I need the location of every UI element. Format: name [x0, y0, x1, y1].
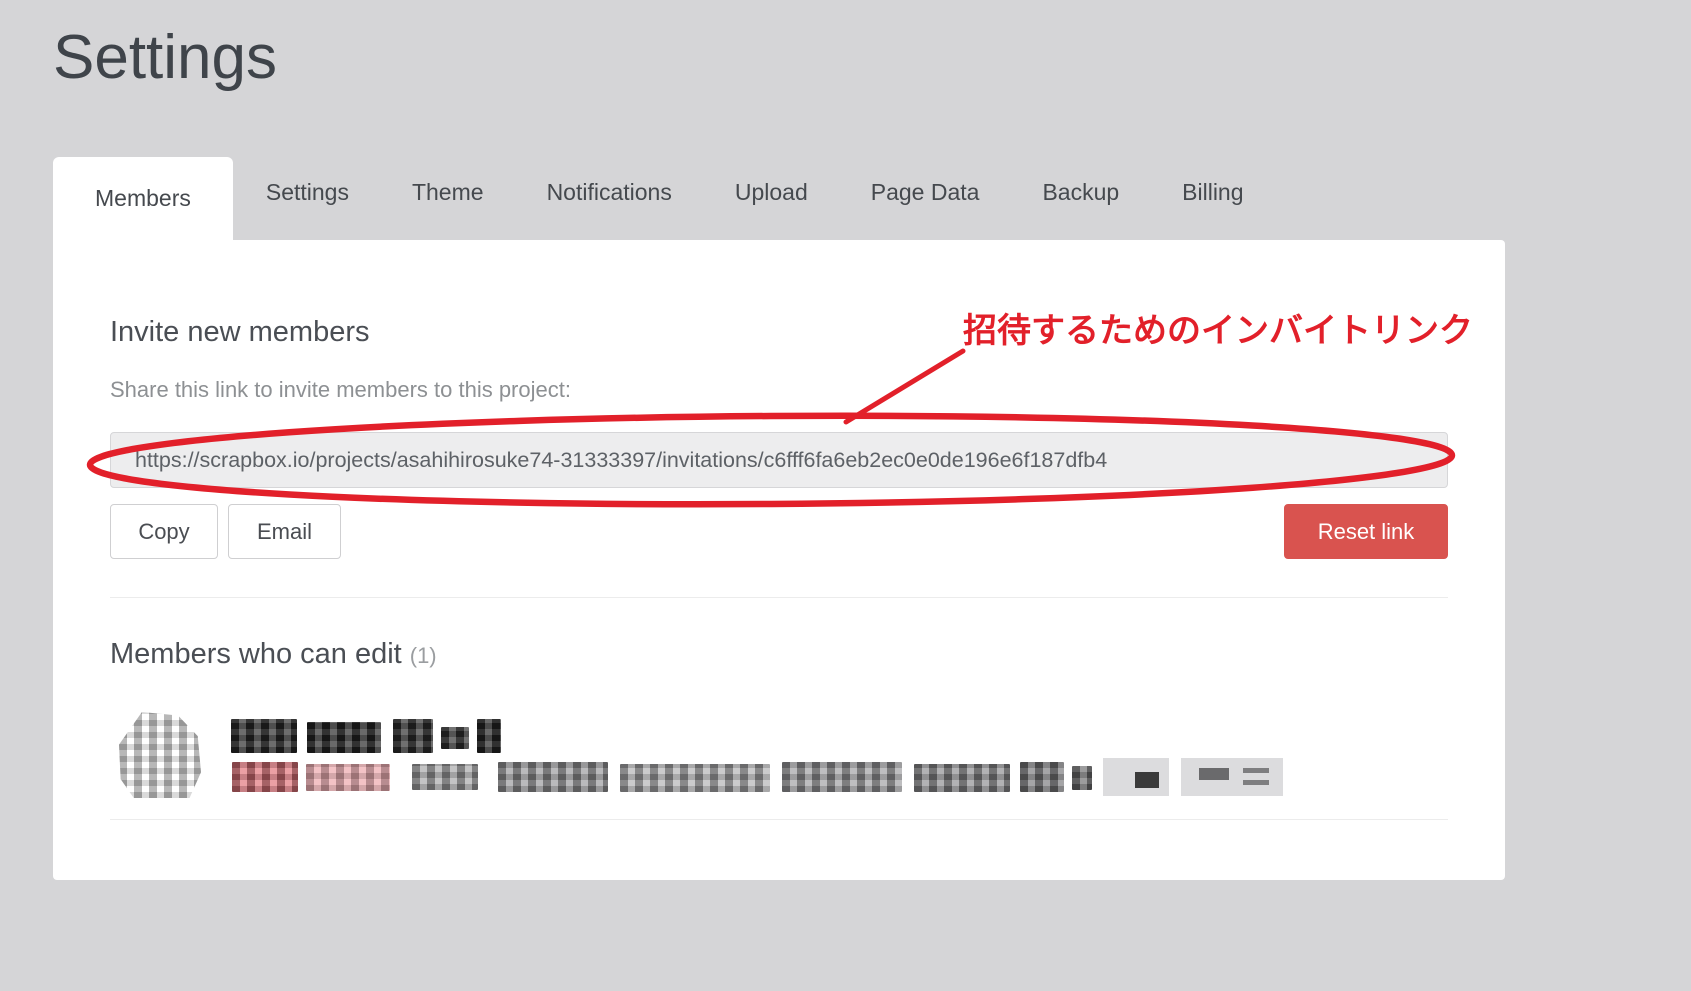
member-details-redacted — [1072, 766, 1092, 790]
tab-members[interactable]: Members — [53, 157, 233, 240]
tab-notifications[interactable]: Notifications — [517, 157, 702, 228]
section-divider — [110, 597, 1448, 598]
member-email-redacted — [232, 762, 298, 792]
member-name-redacted — [441, 727, 469, 749]
settings-tab-bar: Members Settings Theme Notifications Upl… — [53, 157, 1274, 240]
tab-billing[interactable]: Billing — [1152, 157, 1273, 228]
tab-page-data[interactable]: Page Data — [841, 157, 1010, 228]
member-row-divider — [110, 819, 1448, 820]
member-details-redacted — [914, 764, 1010, 792]
copy-button[interactable]: Copy — [110, 504, 218, 559]
invite-link-input[interactable] — [110, 432, 1448, 488]
member-details-redacted — [782, 762, 902, 792]
settings-page: Settings Members Settings Theme Notifica… — [0, 0, 1691, 991]
member-chip-redacted — [1181, 758, 1283, 796]
member-name-redacted — [307, 722, 381, 753]
member-details-redacted — [620, 764, 770, 792]
invite-description: Share this link to invite members to thi… — [110, 377, 571, 403]
member-name-redacted — [393, 719, 433, 753]
member-details-redacted — [412, 764, 478, 790]
tab-settings[interactable]: Settings — [236, 157, 379, 228]
tab-upload[interactable]: Upload — [705, 157, 838, 228]
tab-backup[interactable]: Backup — [1012, 157, 1149, 228]
email-button[interactable]: Email — [228, 504, 341, 559]
member-name-redacted — [477, 719, 501, 753]
members-section-heading: Members who can edit (1) — [110, 638, 437, 671]
members-count: (1) — [410, 643, 437, 668]
tab-theme[interactable]: Theme — [382, 157, 514, 228]
invite-section-heading: Invite new members — [110, 316, 370, 349]
reset-link-button[interactable]: Reset link — [1284, 504, 1448, 559]
members-heading-text: Members who can edit — [110, 638, 402, 670]
annotation-label: 招待するためのインバイトリンク — [963, 303, 1483, 352]
member-details-redacted — [498, 762, 608, 792]
member-name-redacted — [231, 719, 297, 753]
member-email-redacted — [306, 764, 390, 791]
page-title: Settings — [53, 22, 277, 93]
member-details-redacted — [1020, 762, 1064, 792]
member-chip-redacted — [1103, 758, 1169, 796]
